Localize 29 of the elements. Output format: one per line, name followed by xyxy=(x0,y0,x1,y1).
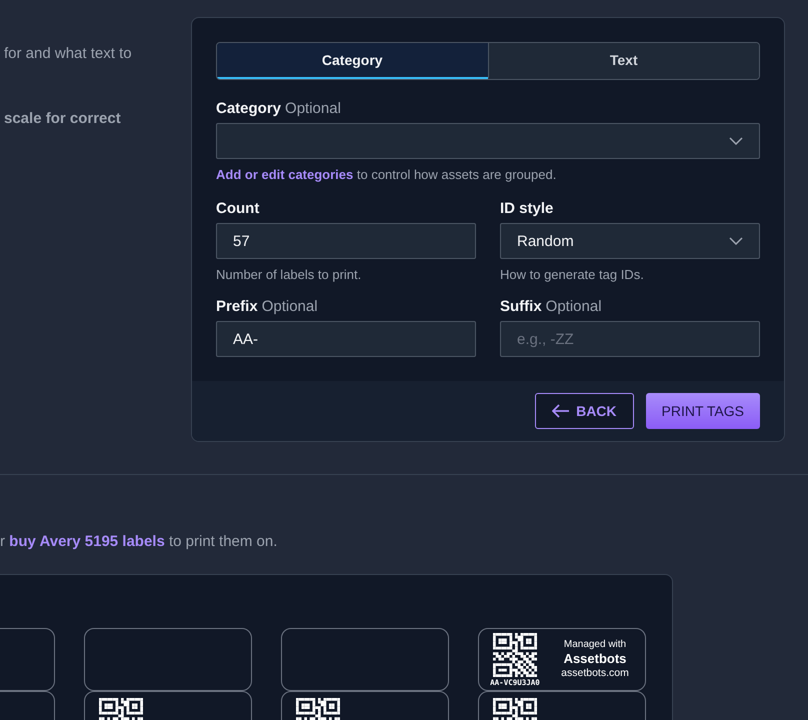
avery-labels-link[interactable]: buy Avery 5195 labels xyxy=(9,533,165,550)
field-label: Category Optional xyxy=(216,100,342,117)
website-text: assetbots.com xyxy=(561,667,629,680)
arrow-left-icon xyxy=(552,404,570,418)
id-style-select[interactable]: Random xyxy=(500,223,760,259)
qr-code-icon xyxy=(493,632,537,676)
field-label: Suffix Optional xyxy=(500,298,603,315)
back-button[interactable]: BACK xyxy=(535,393,634,429)
chevron-down-icon xyxy=(729,137,743,145)
tab[interactable]: Category xyxy=(217,43,488,79)
categories-link[interactable]: Add or edit categories xyxy=(216,167,354,182)
field-label: Prefix Optional xyxy=(216,298,319,315)
brand-name: Assetbots xyxy=(564,651,626,667)
input-field[interactable]: 57 xyxy=(216,223,476,259)
help-text: Add or edit categories to control how assets are grouped. xyxy=(216,167,558,182)
instruction-text: for and what text to xyxy=(4,45,133,62)
category-select[interactable] xyxy=(216,123,760,159)
purchase-note: r buy Avery 5195 labels to print them on. xyxy=(0,533,278,550)
help-text: Number of labels to print. xyxy=(216,267,362,282)
field-label: ID style xyxy=(500,200,554,217)
tab[interactable]: Text xyxy=(488,43,759,79)
chevron-down-icon xyxy=(729,237,743,245)
help-text: How to generate tag IDs. xyxy=(500,267,645,282)
input-field[interactable]: e.g., -ZZ xyxy=(500,321,760,357)
managed-with-text: Managed with xyxy=(564,639,626,652)
field-label: Count xyxy=(216,200,260,217)
instruction-text: scale for correct xyxy=(4,110,122,127)
print-tags-button[interactable]: PRINT TAGS xyxy=(646,393,760,429)
input-field[interactable]: AA- xyxy=(216,321,476,357)
